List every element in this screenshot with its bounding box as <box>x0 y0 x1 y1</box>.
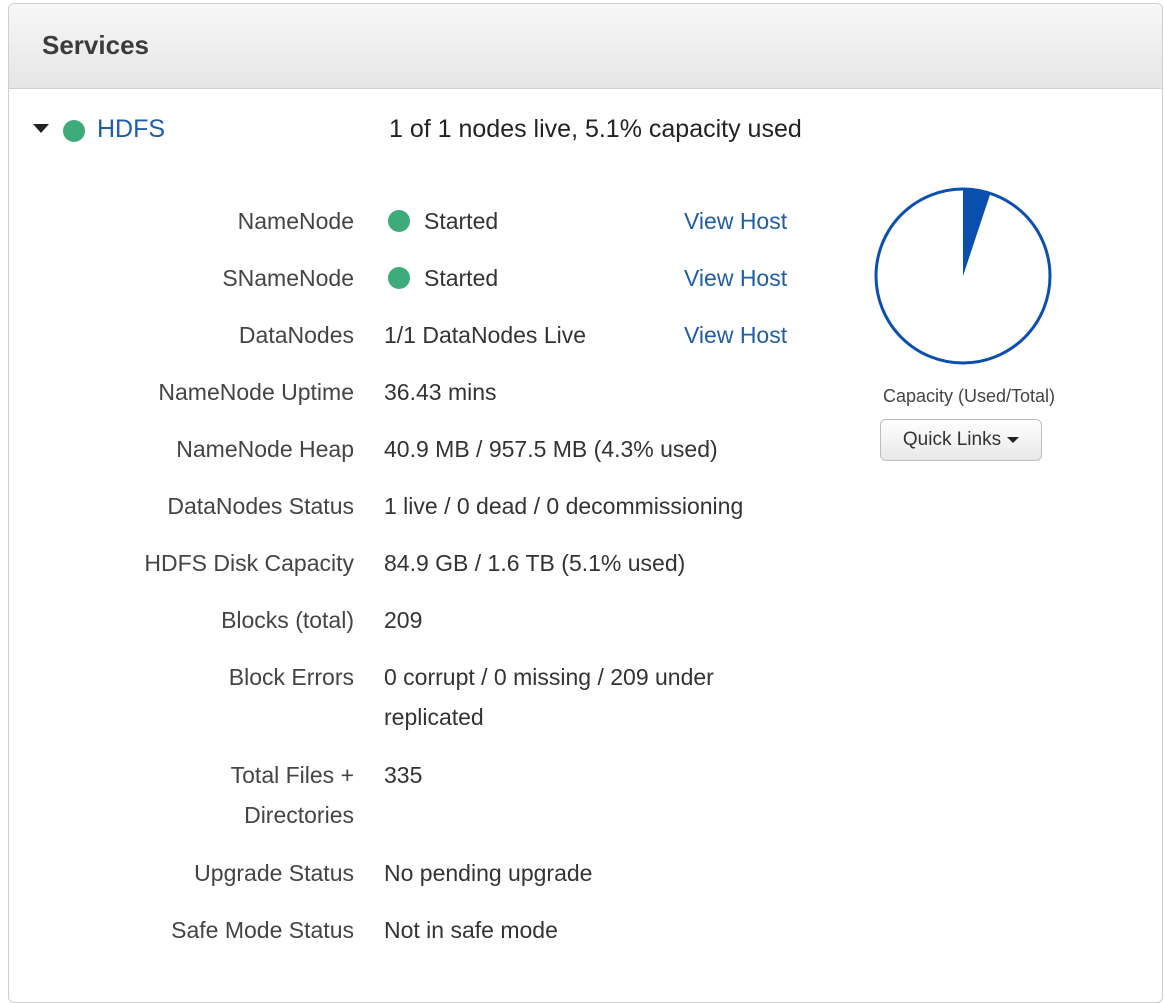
metric-value: Not in safe mode <box>384 917 558 943</box>
metric-label: Safe Mode Status <box>171 917 354 943</box>
panel-title: Services <box>42 30 149 60</box>
metric-value: 1 live / 0 dead / 0 decommissioning <box>384 493 744 519</box>
metric-value: 36.43 mins <box>384 379 497 405</box>
metric-row: NameNode Heap 40.9 MB / 957.5 MB (4.3% u… <box>9 429 829 469</box>
metric-label: NameNode Heap <box>176 436 354 462</box>
component-row-namenode: NameNode Started View Host <box>9 201 829 241</box>
component-status: Started <box>424 265 499 291</box>
metric-label: Blocks (total) <box>221 607 354 633</box>
collapse-caret-icon[interactable] <box>33 124 49 133</box>
metric-value: 335 <box>384 762 423 788</box>
metric-row: DataNodes Status 1 live / 0 dead / 0 dec… <box>9 486 829 526</box>
metric-row: Blocks (total) 209 <box>9 600 829 640</box>
component-row-snamenode: SNameNode Started View Host <box>9 258 829 298</box>
metric-row: HDFS Disk Capacity 84.9 GB / 1.6 TB (5.1… <box>9 543 829 583</box>
service-link-hdfs[interactable]: HDFS <box>97 115 165 144</box>
chevron-down-icon <box>1007 436 1020 443</box>
metric-value: No pending upgrade <box>384 860 593 886</box>
component-status: Started <box>424 208 499 234</box>
metric-row: Safe Mode Status Not in safe mode <box>9 910 829 950</box>
metric-label: HDFS Disk Capacity <box>144 550 354 576</box>
component-label: NameNode <box>237 208 354 234</box>
service-status-dot-icon <box>63 120 85 142</box>
metric-label: NameNode Uptime <box>158 379 354 405</box>
component-label: SNameNode <box>222 265 354 291</box>
metric-row: Block Errors 0 corrupt / 0 missing / 209… <box>9 657 829 737</box>
panel-header: Services <box>9 4 1162 89</box>
metric-row: Upgrade Status No pending upgrade <box>9 853 829 893</box>
component-row-datanodes: DataNodes 1/1 DataNodes Live View Host <box>9 315 829 355</box>
service-summary: 1 of 1 nodes live, 5.1% capacity used <box>389 115 802 143</box>
metric-value: 84.9 GB / 1.6 TB (5.1% used) <box>384 550 686 576</box>
services-panel: Services HDFS 1 of 1 nodes live, 5.1% ca… <box>8 3 1163 1003</box>
view-host-link[interactable]: View Host <box>684 201 787 241</box>
quick-links-label: Quick Links <box>902 429 1002 450</box>
status-dot-icon <box>388 267 410 289</box>
metric-value: 40.9 MB / 957.5 MB (4.3% used) <box>384 436 718 462</box>
metric-row: NameNode Uptime 36.43 mins <box>9 372 829 412</box>
view-host-link[interactable]: View Host <box>684 258 787 298</box>
metric-label: Block Errors <box>228 664 354 690</box>
quick-links-button[interactable]: Quick Links <box>880 419 1042 461</box>
metric-value: 209 <box>384 607 423 633</box>
metric-value: 0 corrupt / 0 missing / 209 under replic… <box>384 664 714 730</box>
chart-caption: Capacity (Used/Total) <box>882 386 1056 406</box>
status-dot-icon <box>388 210 410 232</box>
capacity-pie-chart <box>874 187 1052 365</box>
metric-label: Upgrade Status <box>194 860 354 886</box>
service-row-hdfs: HDFS 1 of 1 nodes live, 5.1% capacity us… <box>31 112 1131 152</box>
metric-label: DataNodes Status <box>167 493 354 519</box>
component-label: DataNodes <box>238 322 354 348</box>
component-status: 1/1 DataNodes Live <box>384 322 587 348</box>
metric-row: Total Files + Directories 335 <box>9 755 829 835</box>
view-host-link[interactable]: View Host <box>684 315 787 355</box>
metric-label: Total Files + Directories <box>230 762 354 828</box>
